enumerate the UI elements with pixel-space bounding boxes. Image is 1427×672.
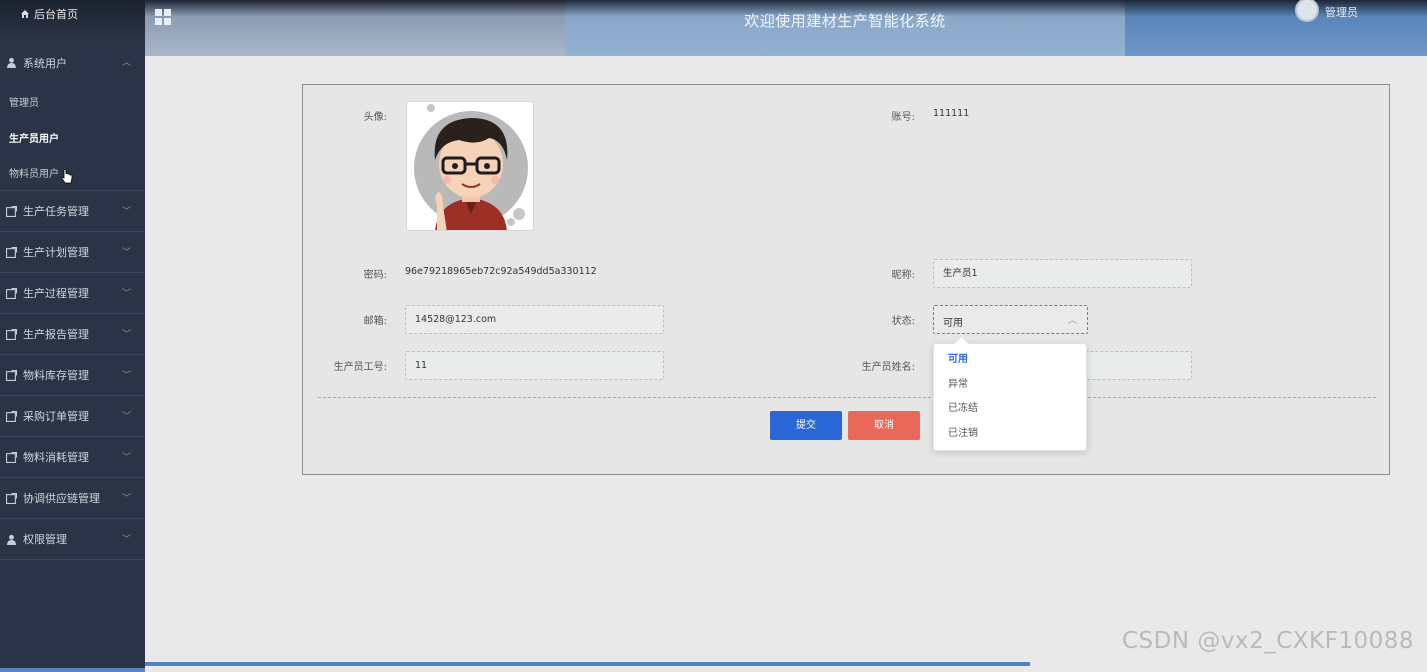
account-value: 111111 (933, 108, 970, 119)
edit-icon (6, 369, 17, 381)
avatar (1295, 0, 1319, 22)
email-field[interactable]: 14528@123.com (405, 305, 664, 334)
page-title: 欢迎使用建材生产智能化系统 (744, 12, 946, 30)
chevron-down-icon: ﹀ (121, 330, 131, 340)
nickname-field[interactable]: 生产员1 (933, 259, 1192, 288)
chevron-down-icon: ﹀ (121, 412, 131, 422)
worker-name-label: 生产员姓名: (861, 362, 915, 373)
status-option-cancelled[interactable]: 已注销 (934, 422, 1086, 447)
status-label: 状态: (891, 316, 915, 327)
status-dropdown: 可用 异常 已冻结 已注销 (933, 343, 1087, 451)
home-link[interactable]: 后台首页 (20, 6, 78, 22)
chevron-up-icon: ︿ (1067, 316, 1077, 326)
sidebar-group-label: 权限管理 (23, 533, 67, 546)
sidebar-group-supply-chain[interactable]: 协调供应链管理 ﹀ (0, 478, 145, 519)
avatar-label: 头像: (363, 112, 387, 123)
sidebar-group-label: 协调供应链管理 (23, 492, 100, 505)
sidebar-group-label: 生产过程管理 (23, 287, 89, 300)
chevron-down-icon: ﹀ (121, 289, 131, 299)
chevron-down-icon: ﹀ (121, 371, 131, 381)
status-selected-value: 可用 (943, 318, 963, 329)
watermark: CSDN @vx2_CXKF10088 (1122, 628, 1415, 654)
sidebar-group-production-plan[interactable]: 生产计划管理 ﹀ (0, 232, 145, 273)
sidebar-group-material-consumption[interactable]: 物料消耗管理 ﹀ (0, 437, 145, 478)
user-icon (7, 57, 16, 68)
password-label: 密码: (363, 270, 387, 281)
form-divider (318, 397, 1376, 398)
submit-button[interactable]: 提交 (770, 411, 842, 440)
cancel-button[interactable]: 取消 (848, 411, 920, 440)
header: 欢迎使用建材生产智能化系统 管理员 (145, 0, 1427, 56)
chevron-down-icon: ﹀ (121, 535, 131, 545)
nickname-label: 昵称: (891, 270, 915, 281)
sidebar-item-material-users[interactable]: 物料员用户 (0, 155, 145, 191)
sidebar-group-label: 生产任务管理 (23, 205, 89, 218)
chevron-down-icon: ﹀ (121, 453, 131, 463)
sidebar-group-label: 物料库存管理 (23, 369, 89, 382)
sidebar-group-label: 系统用户 (23, 56, 67, 70)
hand-cursor-icon (61, 168, 73, 183)
edit-icon (6, 492, 17, 504)
home-icon (21, 10, 29, 18)
chevron-down-icon: ﹀ (121, 207, 131, 217)
user-menu[interactable]: 管理员 (1295, 0, 1358, 24)
sidebar-group-label: 生产计划管理 (23, 246, 89, 259)
sidebar-group-label: 采购订单管理 (23, 410, 89, 423)
email-label: 邮箱: (363, 316, 387, 327)
status-select[interactable]: 可用 ︿ (933, 305, 1088, 334)
password-value: 96e79218965eb72c92a549dd5a330112 (405, 266, 597, 277)
edit-icon (6, 410, 17, 422)
sidebar-group-production-report[interactable]: 生产报告管理 ﹀ (0, 314, 145, 355)
chevron-up-icon: ︿ (121, 58, 131, 68)
account-label: 账号: (891, 112, 915, 123)
home-label: 后台首页 (34, 8, 78, 21)
status-option-frozen[interactable]: 已冻结 (934, 397, 1086, 422)
sidebar-item-admin[interactable]: 管理员 (0, 83, 145, 119)
edit-icon (6, 205, 17, 217)
sidebar: 后台首页 系统用户 ︿ 管理员 生产员用户 物料员用户 生产任务管理 ﹀ 生产计… (0, 0, 145, 672)
user-name: 管理员 (1325, 6, 1358, 19)
sidebar-group-material-stock[interactable]: 物料库存管理 ﹀ (0, 355, 145, 396)
sidebar-group-purchase-order[interactable]: 采购订单管理 ﹀ (0, 396, 145, 437)
sidebar-bottom-line (0, 668, 145, 672)
sidebar-group-production-process[interactable]: 生产过程管理 ﹀ (0, 273, 145, 314)
sidebar-group-label: 生产报告管理 (23, 328, 89, 341)
progress-bar (145, 662, 1030, 666)
sidebar-group-production-task[interactable]: 生产任务管理 ﹀ (0, 191, 145, 232)
worker-id-label: 生产员工号: (333, 362, 387, 373)
sidebar-item-producer-users[interactable]: 生产员用户 (0, 119, 145, 155)
sidebar-item-label: 物料员用户 (9, 169, 59, 180)
status-option-available[interactable]: 可用 (934, 348, 1086, 373)
avatar-image (414, 104, 528, 230)
chevron-down-icon: ﹀ (121, 248, 131, 258)
status-option-abnormal[interactable]: 异常 (934, 373, 1086, 398)
edit-icon (6, 246, 17, 258)
edit-icon (6, 328, 17, 340)
sidebar-group-label: 物料消耗管理 (23, 451, 89, 464)
sidebar-group-system-users[interactable]: 系统用户 ︿ (0, 42, 145, 83)
user-icon (7, 534, 16, 545)
avatar-upload[interactable] (406, 101, 534, 231)
edit-icon (6, 451, 17, 463)
sidebar-group-permissions[interactable]: 权限管理 ﹀ (0, 519, 145, 560)
worker-id-field[interactable]: 11 (405, 351, 664, 380)
user-edit-form: 头像: 账号: 111111 密码: 96e79218965eb72c92a54… (302, 84, 1390, 475)
chevron-down-icon: ﹀ (121, 494, 131, 504)
edit-icon (6, 287, 17, 299)
sidebar-top: 后台首页 (0, 0, 145, 42)
